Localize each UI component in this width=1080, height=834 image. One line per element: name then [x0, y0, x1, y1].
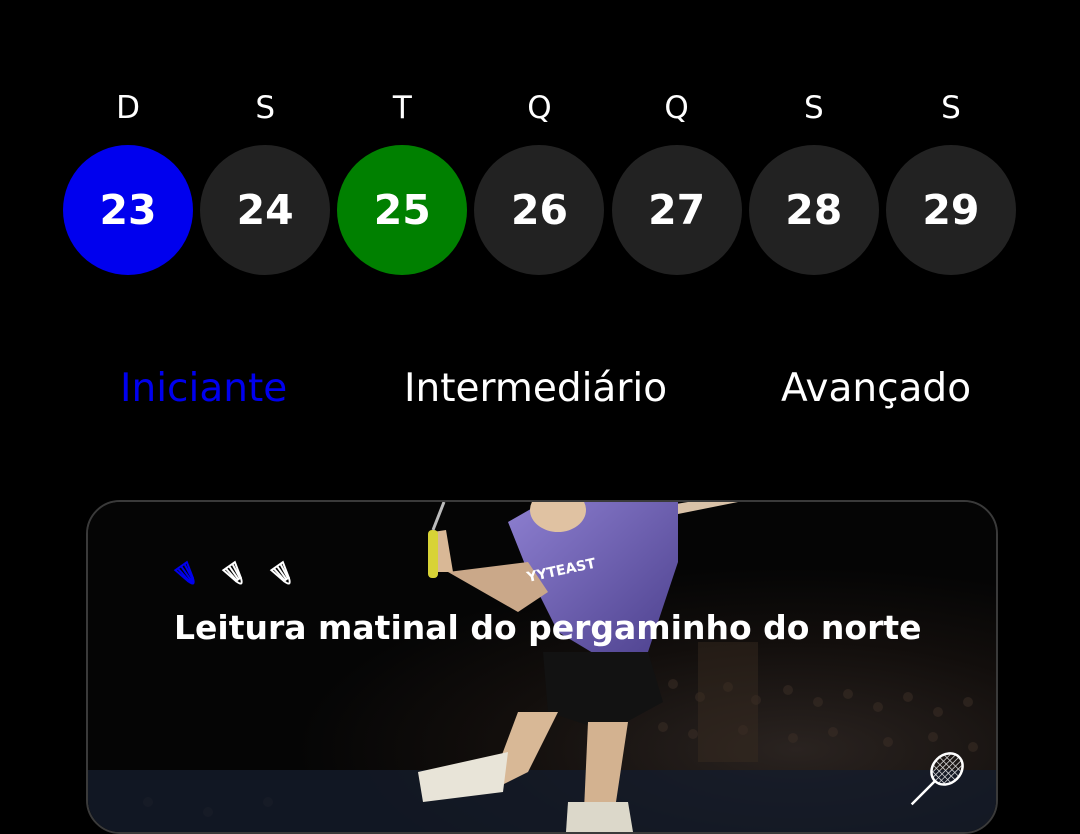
shuttlecock-icon: [269, 560, 291, 585]
shuttlecock-icon-filled: [173, 560, 195, 585]
difficulty-rating: [172, 560, 300, 592]
day-button-29[interactable]: 29: [885, 145, 1016, 275]
day-column-monday: S 24: [200, 88, 331, 275]
tab-avancado[interactable]: Avançado: [781, 362, 971, 416]
day-column-thursday: Q 27: [611, 88, 742, 275]
day-number: 25: [373, 186, 431, 234]
day-letter: S: [803, 90, 824, 126]
day-number: 23: [99, 186, 157, 234]
week-day-selector: D 23 S 24 T 25 Q 26 Q 27 S 28 S 29: [63, 88, 1016, 275]
day-number: 24: [236, 186, 294, 234]
day-number: 27: [648, 186, 706, 234]
day-column-wednesday: Q 26: [474, 88, 605, 275]
workout-card[interactable]: YYTEAST Leitura matinal do pergaminho do…: [86, 500, 998, 834]
day-button-23[interactable]: 23: [63, 145, 193, 275]
day-button-26[interactable]: 26: [474, 145, 605, 275]
day-button-28[interactable]: 28: [748, 145, 879, 275]
racket-icon: [910, 752, 964, 806]
day-letter: S: [255, 90, 275, 126]
day-button-24[interactable]: 24: [200, 145, 331, 275]
day-number: 29: [922, 186, 980, 234]
tab-iniciante[interactable]: Iniciante: [120, 362, 287, 416]
day-button-27[interactable]: 27: [611, 145, 742, 275]
day-column-sunday: D 23: [63, 88, 193, 275]
day-column-friday: S 28: [748, 88, 879, 275]
day-column-saturday: S 29: [885, 88, 1016, 275]
day-letter: T: [392, 90, 412, 126]
card-title: Leitura matinal do pergaminho do norte: [174, 608, 922, 647]
shuttlecock-icon: [221, 560, 243, 585]
day-button-25[interactable]: 25: [337, 145, 468, 275]
day-letter: Q: [527, 90, 552, 126]
day-number: 28: [785, 186, 843, 234]
level-tabs: Iniciante Intermediário Avançado: [0, 362, 1080, 416]
tab-intermediario[interactable]: Intermediário: [404, 362, 667, 416]
day-letter: S: [941, 90, 961, 126]
day-number: 26: [510, 186, 568, 234]
day-column-tuesday: T 25: [337, 88, 468, 275]
badminton-player-photo: YYTEAST: [88, 502, 996, 832]
day-letter: D: [116, 90, 140, 126]
day-letter: Q: [664, 90, 689, 126]
